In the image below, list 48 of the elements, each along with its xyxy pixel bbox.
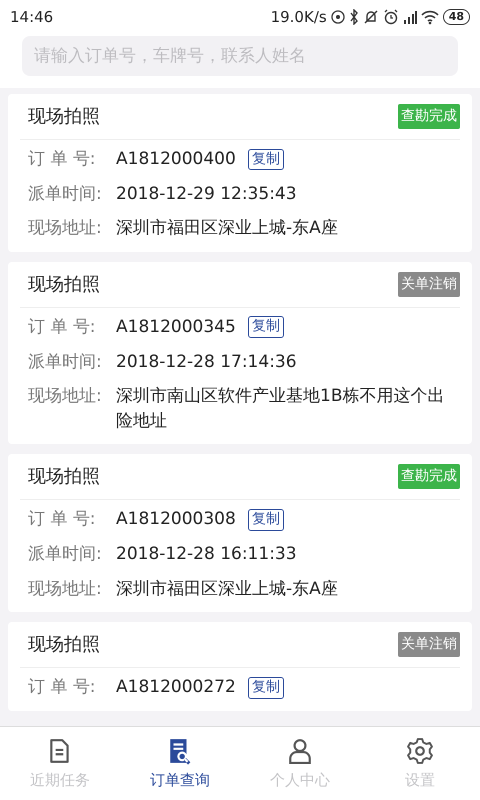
field-value: A1812000272 xyxy=(116,676,236,700)
copy-button[interactable]: 复制 xyxy=(248,509,284,531)
field-label: 派单时间: xyxy=(28,350,103,374)
status-badge: 查勘完成 xyxy=(398,464,460,490)
nav-tab[interactable]: 订单查询 xyxy=(120,727,240,800)
field-label: 派单时间: xyxy=(28,182,103,206)
status-time: 14:46 xyxy=(10,6,54,28)
field-label: 现场地址: xyxy=(28,385,103,408)
copy-button[interactable]: 复制 xyxy=(248,316,284,338)
field-value: A1812000308 xyxy=(116,508,236,532)
field-value: 深圳市南山区软件产业基地1B栋不用这个出险地址 xyxy=(116,385,446,433)
copy-button[interactable]: 复制 xyxy=(248,676,284,699)
alarm-icon xyxy=(382,9,399,25)
field-label: 现场地址: xyxy=(28,217,103,240)
field-value: 深圳市福田区深业上城-东A座 xyxy=(116,578,338,601)
order-title: 现场拍照 xyxy=(28,465,100,490)
settings-icon xyxy=(407,737,433,765)
field-value: A1812000345 xyxy=(116,316,236,339)
order-card[interactable]: 现场拍照 查勘完成 订 单 号: A1812000400 复制 派单时间: 2018-12-29 12:35:43 现场地址: 深圳市福田区深业上城-东A座 xyxy=(8,94,472,252)
signal-icon xyxy=(402,9,417,25)
battery-level: 48 xyxy=(442,9,470,25)
person-icon xyxy=(287,737,313,765)
order-card[interactable]: 现场拍照 关单注销 订 单 号: A1812000272 复制 xyxy=(8,622,472,712)
network-speed: 19.0K/s xyxy=(270,6,327,28)
field-value: 深圳市福田区深业上城-东A座 xyxy=(116,217,338,240)
field-value: 2018-12-28 16:11:33 xyxy=(116,543,297,566)
copy-button[interactable]: 复制 xyxy=(248,148,284,170)
status-badge: 关单注销 xyxy=(398,632,460,658)
hotspot-icon xyxy=(330,9,345,25)
order-title: 现场拍照 xyxy=(28,633,100,658)
field-label: 订 单 号: xyxy=(28,148,97,171)
order-title: 现场拍照 xyxy=(28,272,100,297)
order-card[interactable]: 现场拍照 查勘完成 订 单 号: A1812000308 复制 派单时间: 2018-12-28 16:11:33 现场地址: 深圳市福田区深业上城-东A座 xyxy=(8,454,472,612)
field-label: 派单时间: xyxy=(28,543,103,566)
order-card[interactable]: 现场拍照 关单注销 订 单 号: A1812000345 复制 派单时间: 2018-12-28 17:14:36 现场地址: 深圳市南山区软件产业基地1B栋不用这个出险地址 xyxy=(8,262,472,444)
status-badge: 关单注销 xyxy=(398,272,460,297)
field-label: 订 单 号: xyxy=(28,676,97,700)
wifi-icon xyxy=(420,9,439,25)
bluetooth-icon xyxy=(348,9,359,25)
status-badge: 查勘完成 xyxy=(398,104,460,129)
order-title: 现场拍照 xyxy=(28,105,100,129)
muted-bell-icon xyxy=(362,9,379,25)
field-label: 订 单 号: xyxy=(28,508,97,532)
field-value: A1812000400 xyxy=(116,148,236,171)
field-value: 2018-12-28 17:14:36 xyxy=(116,350,297,374)
field-value: 2018-12-29 12:35:43 xyxy=(116,182,297,206)
field-label: 订 单 号: xyxy=(28,316,97,339)
field-label: 现场地址: xyxy=(28,578,103,601)
